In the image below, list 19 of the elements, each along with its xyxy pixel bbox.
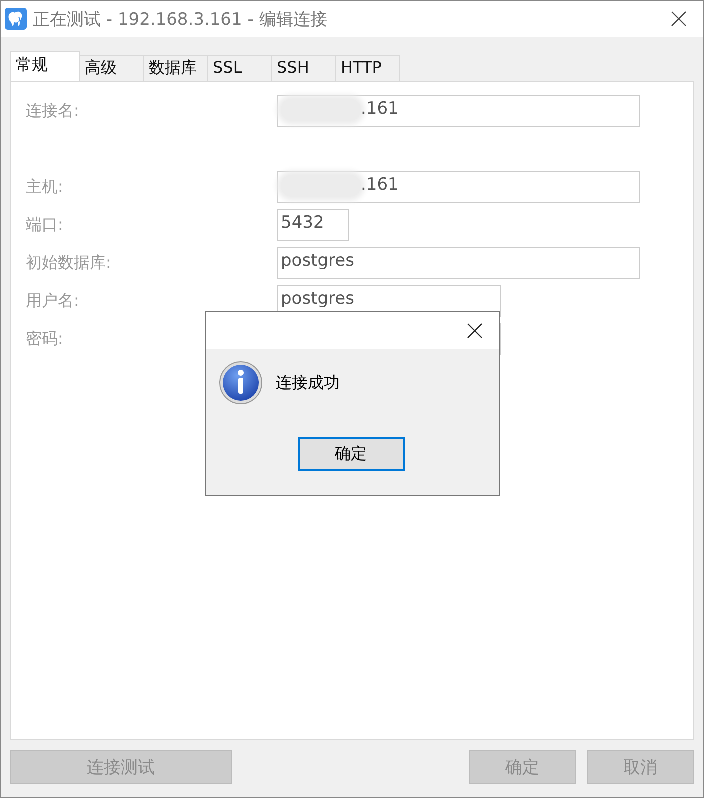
input-field[interactable]: .161 (277, 95, 640, 127)
tab[interactable]: 常规 (10, 51, 80, 81)
field-label: 端口: (26, 214, 64, 236)
tab[interactable]: HTTP (335, 55, 400, 81)
field-label: 初始数据库: (26, 252, 112, 274)
input-field[interactable]: .161 (277, 171, 640, 203)
close-icon[interactable] (671, 11, 687, 27)
input-field[interactable]: 5432 (277, 209, 349, 241)
elephant-icon (5, 8, 27, 30)
field-label: 主机: (26, 176, 64, 198)
field-label: 连接名: (26, 100, 80, 122)
ok-button[interactable]: 确定 (298, 437, 404, 471)
close-icon[interactable] (467, 322, 483, 338)
input-field[interactable]: postgres (277, 247, 640, 279)
field-label: 用户名: (26, 290, 80, 312)
field-label: 密码: (26, 328, 64, 350)
dialog-message: 连接成功 (276, 372, 340, 394)
window-title: 正在测试 - 192.168.3.161 - 编辑连接 (33, 8, 328, 30)
info-icon (219, 361, 263, 405)
